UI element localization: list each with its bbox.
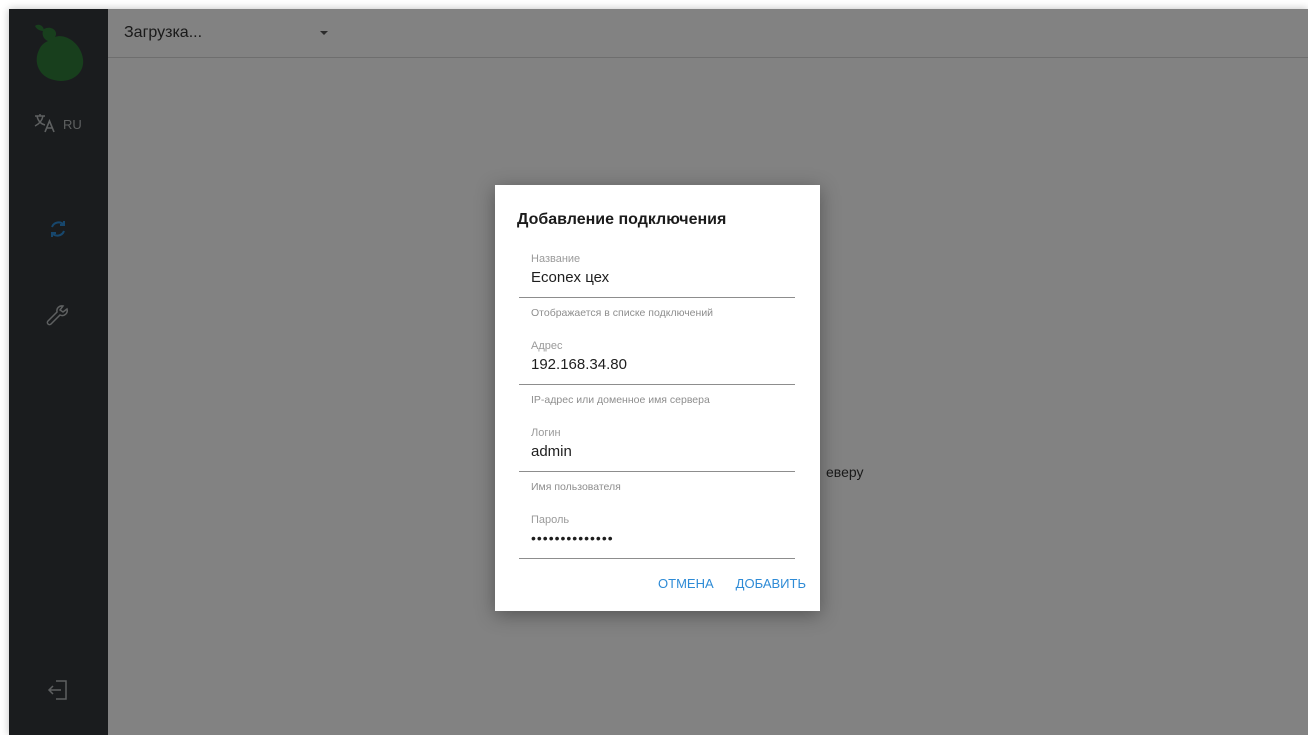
field-helper-text: Отображается в списке подключений	[531, 307, 714, 319]
field-label: Адрес	[531, 340, 563, 352]
field-underline	[519, 297, 795, 298]
field-underline	[519, 384, 795, 385]
address-input[interactable]: 192.168.34.80	[531, 356, 627, 373]
field-label: Название	[531, 253, 581, 265]
add-connection-dialog: Добавление подключения Название Econex ц…	[495, 185, 820, 611]
field-label: Пароль	[531, 514, 570, 526]
field-underline	[519, 471, 795, 472]
cancel-button[interactable]: ОТМЕНА	[658, 576, 714, 591]
field-helper-text: IP-адрес или доменное имя сервера	[531, 394, 710, 406]
app-window: RU Загрузка... еверу Добавление подключе…	[9, 9, 1308, 735]
add-button[interactable]: ДОБАВИТЬ	[736, 576, 806, 591]
field-label: Логин	[531, 427, 561, 439]
connection-name-input[interactable]: Econex цех	[531, 269, 609, 286]
password-input[interactable]: ••••••••••••••	[531, 530, 614, 546]
field-helper-text: Имя пользователя	[531, 481, 621, 493]
login-input[interactable]: admin	[531, 443, 572, 460]
field-underline	[519, 558, 795, 559]
dialog-title: Добавление подключения	[517, 211, 727, 228]
dialog-actions: ОТМЕНА ДОБАВИТЬ	[658, 576, 806, 591]
